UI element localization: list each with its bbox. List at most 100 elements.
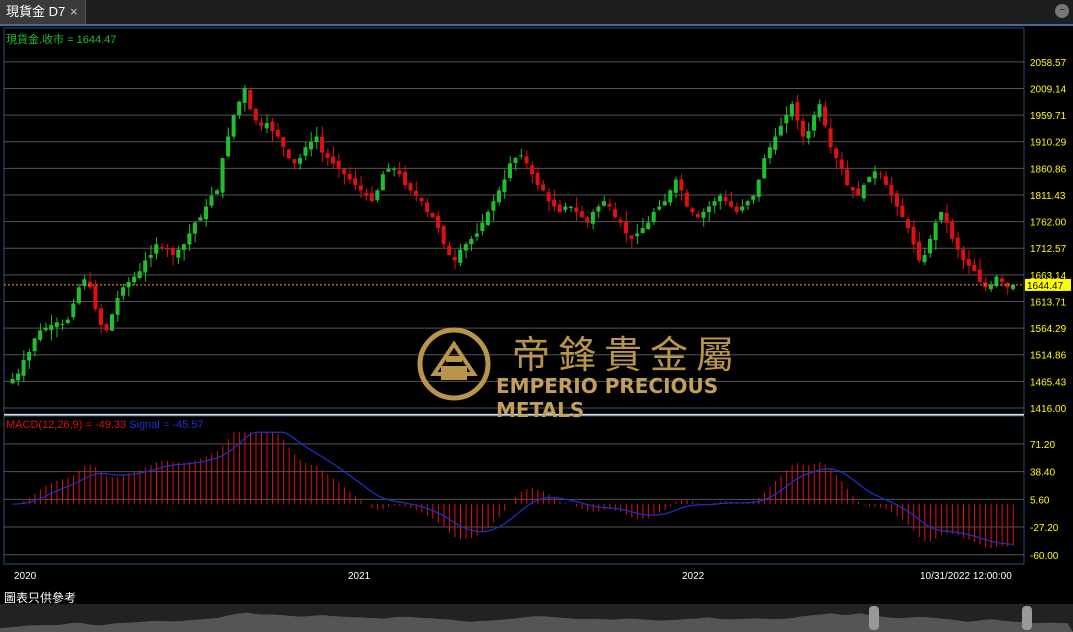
y-tick-label: 1762.00 <box>1030 218 1067 229</box>
tab-bar: 現貨金 D7 × − <box>0 0 1073 26</box>
candle <box>386 168 391 172</box>
candle <box>535 172 540 185</box>
candle <box>872 171 877 179</box>
candle <box>264 123 269 129</box>
candle <box>861 184 866 199</box>
candle <box>629 235 634 239</box>
candle <box>231 114 236 137</box>
candle <box>369 193 374 202</box>
candle <box>209 195 214 206</box>
candle <box>817 104 822 118</box>
candle <box>718 195 723 202</box>
candle <box>270 121 275 132</box>
minimize-icon[interactable]: − <box>1055 4 1069 18</box>
candle <box>60 323 65 325</box>
candle <box>762 158 767 179</box>
close-icon[interactable]: × <box>70 0 78 24</box>
candle <box>695 214 700 218</box>
candle <box>358 185 363 191</box>
watermark-en: EMPERIO PRECIOUS METALS <box>496 374 719 422</box>
candle <box>756 179 761 197</box>
candle <box>607 203 612 207</box>
navigator-right-handle[interactable] <box>1022 606 1032 630</box>
candle <box>972 264 977 272</box>
candle <box>519 155 524 157</box>
candle <box>618 219 623 223</box>
candle <box>275 129 280 137</box>
candle <box>303 147 308 156</box>
candle <box>922 255 927 263</box>
candle <box>690 208 695 212</box>
candle <box>828 128 833 148</box>
candle <box>1010 284 1015 290</box>
candle <box>651 211 656 222</box>
candle <box>889 184 894 196</box>
candle <box>320 136 325 153</box>
candle <box>646 222 651 230</box>
x-tick-label: 2020 <box>14 571 37 582</box>
candle <box>474 233 479 237</box>
candle <box>845 169 850 185</box>
candle <box>800 120 805 137</box>
candle <box>601 201 606 206</box>
candle <box>955 237 960 250</box>
candle <box>911 226 916 245</box>
candle <box>966 259 971 266</box>
candle <box>347 173 352 180</box>
candle <box>458 249 463 263</box>
axis-labels: 2058.57 2009.14 1959.71 1910.29 1860.86 1811.… <box>14 58 1071 582</box>
candle <box>905 219 910 229</box>
candle <box>380 174 385 191</box>
y-tick-label: 1712.57 <box>1030 244 1067 255</box>
candle <box>109 314 115 331</box>
candle <box>54 322 59 328</box>
y-tick-label: 1613.71 <box>1030 297 1067 308</box>
candle <box>43 327 48 331</box>
candle <box>402 172 407 185</box>
candle <box>701 211 706 218</box>
macd-bars <box>12 431 1014 548</box>
candle <box>579 211 584 218</box>
candle <box>568 206 573 208</box>
candle <box>867 176 872 183</box>
x-tick-label: 10/31/2022 12:00:00 <box>920 571 1012 582</box>
candle <box>668 190 673 203</box>
candle <box>590 211 595 224</box>
candle <box>165 248 170 250</box>
candle <box>226 136 231 157</box>
macd-tick-label: -27.20 <box>1030 523 1059 534</box>
candle <box>712 201 717 206</box>
candle <box>364 192 369 196</box>
candle <box>999 278 1004 282</box>
candle <box>723 197 728 202</box>
candle <box>430 212 435 218</box>
candle <box>928 238 933 254</box>
macd-tick-label: 38.40 <box>1030 468 1055 479</box>
candle <box>596 206 601 212</box>
x-tick-label: 2021 <box>348 571 371 582</box>
candle <box>159 246 164 248</box>
candle <box>71 303 76 318</box>
candle <box>38 330 43 340</box>
candle <box>253 108 258 121</box>
candle <box>93 285 98 309</box>
candle <box>215 190 220 194</box>
candle <box>894 193 899 207</box>
y-tick-label: 1416.00 <box>1030 404 1067 415</box>
navigator[interactable] <box>0 604 1073 632</box>
candle <box>441 225 446 245</box>
chart-area[interactable]: 2058.57 2009.14 1959.71 1910.29 1860.86 1811.… <box>0 26 1073 604</box>
candle <box>839 159 844 169</box>
navigator-left-handle[interactable] <box>869 606 879 630</box>
candle <box>336 160 341 169</box>
y-tick-label: 1860.86 <box>1030 164 1067 175</box>
candle <box>248 89 253 110</box>
y-tick-label: 1465.43 <box>1030 377 1067 388</box>
y-tick-label: 1564.29 <box>1030 324 1067 335</box>
candle <box>137 271 142 278</box>
y-tick-label: 1811.43 <box>1030 191 1066 202</box>
y-tick-label: 2058.57 <box>1030 58 1067 69</box>
candle <box>734 206 739 212</box>
tab-gold-d7[interactable]: 現貨金 D7 × <box>0 0 86 24</box>
candle <box>447 245 452 256</box>
